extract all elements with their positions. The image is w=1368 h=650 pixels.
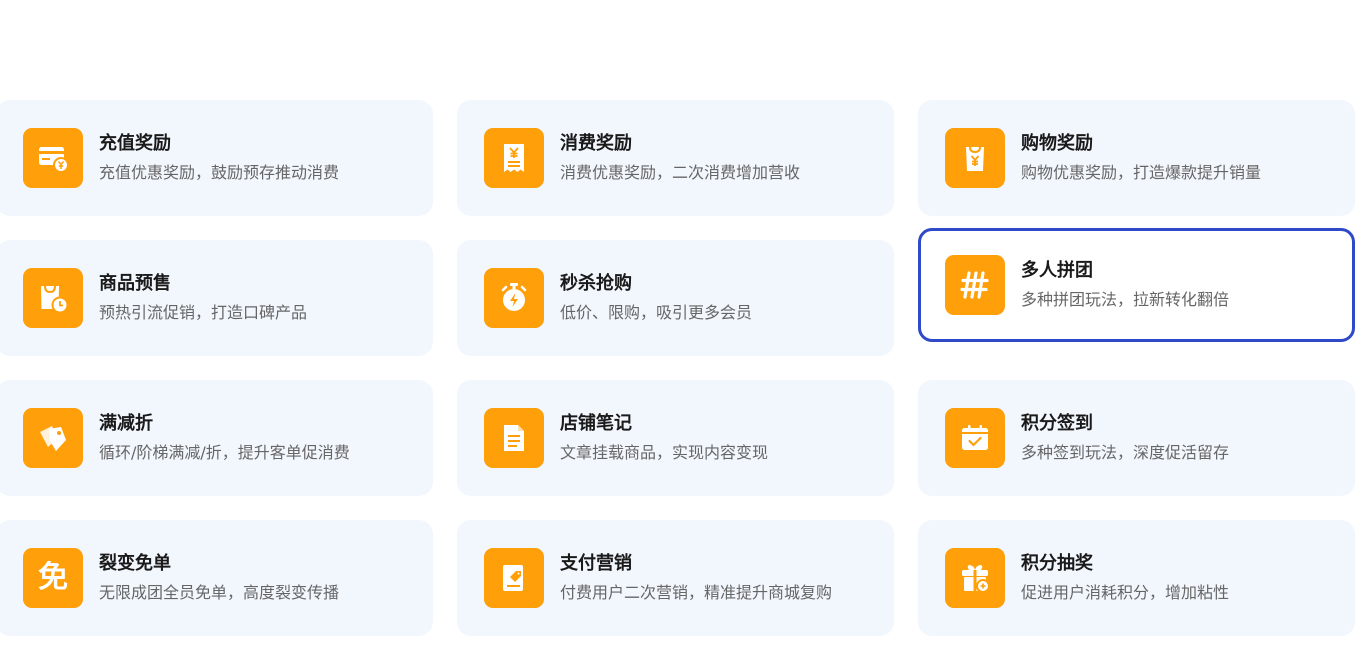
marketing-tools-grid: 充值奖励 充值优惠奖励，鼓励预存推动消费 消费奖励 消费优惠奖励，二次消费增加营…: [0, 100, 1356, 636]
recharge-card-icon: [23, 128, 83, 188]
card-consumption-reward[interactable]: 消费奖励 消费优惠奖励，二次消费增加营收: [457, 100, 894, 216]
card-discount[interactable]: 满减折 循环/阶梯满减/折，提升客单促消费: [0, 380, 433, 496]
card-description: 消费优惠奖励，二次消费增加营收: [560, 163, 801, 182]
card-description: 循环/阶梯满减/折，提升客单促消费: [99, 443, 350, 462]
bag-clock-icon: [23, 268, 83, 328]
card-title: 消费奖励: [560, 133, 632, 154]
card-description: 多种签到玩法，深度促活留存: [1021, 443, 1230, 462]
calendar-check-icon: [945, 408, 1005, 468]
card-description: 无限成团全员免单，高度裂变传播: [99, 583, 340, 602]
card-store-notes[interactable]: 店铺笔记 文章挂载商品，实现内容变现: [457, 380, 894, 496]
card-title: 支付营销: [560, 553, 632, 574]
card-title: 购物奖励: [1021, 133, 1093, 154]
card-title: 商品预售: [99, 273, 171, 294]
card-description: 文章挂载商品，实现内容变现: [560, 443, 769, 462]
gift-box-icon: [945, 548, 1005, 608]
card-shopping-reward[interactable]: 购物奖励 购物优惠奖励，打造爆款提升销量: [918, 100, 1355, 216]
card-description: 购物优惠奖励，打造爆款提升销量: [1021, 163, 1262, 182]
card-description: 预热引流促销，打造口碑产品: [99, 303, 308, 322]
card-title: 裂变免单: [99, 553, 171, 574]
card-description: 付费用户二次营销，精准提升商城复购: [560, 583, 833, 602]
receipt-yen-icon: [484, 128, 544, 188]
card-title: 积分抽奖: [1021, 553, 1093, 574]
free-order-icon: 免: [23, 548, 83, 608]
discount-tags-icon: [23, 408, 83, 468]
card-title: 秒杀抢购: [560, 273, 632, 294]
card-recharge-reward[interactable]: 充值奖励 充值优惠奖励，鼓励预存推动消费: [0, 100, 433, 216]
card-title: 多人拼团: [1021, 260, 1093, 281]
card-title: 充值奖励: [99, 133, 171, 154]
card-product-presale[interactable]: 商品预售 预热引流促销，打造口碑产品: [0, 240, 433, 356]
card-description: 充值优惠奖励，鼓励预存推动消费: [99, 163, 340, 182]
group-hash-icon: [945, 255, 1005, 315]
card-title: 满减折: [99, 413, 153, 434]
card-payment-marketing[interactable]: 支付营销 付费用户二次营销，精准提升商城复购: [457, 520, 894, 636]
card-points-checkin[interactable]: 积分签到 多种签到玩法，深度促活留存: [918, 380, 1355, 496]
card-description: 促进用户消耗积分，增加粘性: [1021, 583, 1230, 602]
card-description: 多种拼团玩法，拉新转化翻倍: [1021, 290, 1230, 309]
payment-tag-icon: [484, 548, 544, 608]
card-fission-free-order[interactable]: 免 裂变免单 无限成团全员免单，高度裂变传播: [0, 520, 433, 636]
free-glyph: 免: [38, 560, 68, 595]
stopwatch-bolt-icon: [484, 268, 544, 328]
card-title: 积分签到: [1021, 413, 1093, 434]
card-flash-sale[interactable]: 秒杀抢购 低价、限购，吸引更多会员: [457, 240, 894, 356]
card-description: 低价、限购，吸引更多会员: [560, 303, 753, 322]
card-title: 店铺笔记: [560, 413, 632, 434]
shopping-bag-yen-icon: [945, 128, 1005, 188]
card-points-lottery[interactable]: 积分抽奖 促进用户消耗积分，增加粘性: [918, 520, 1355, 636]
card-group-buy[interactable]: 多人拼团 多种拼团玩法，拉新转化翻倍: [918, 228, 1355, 342]
note-document-icon: [484, 408, 544, 468]
